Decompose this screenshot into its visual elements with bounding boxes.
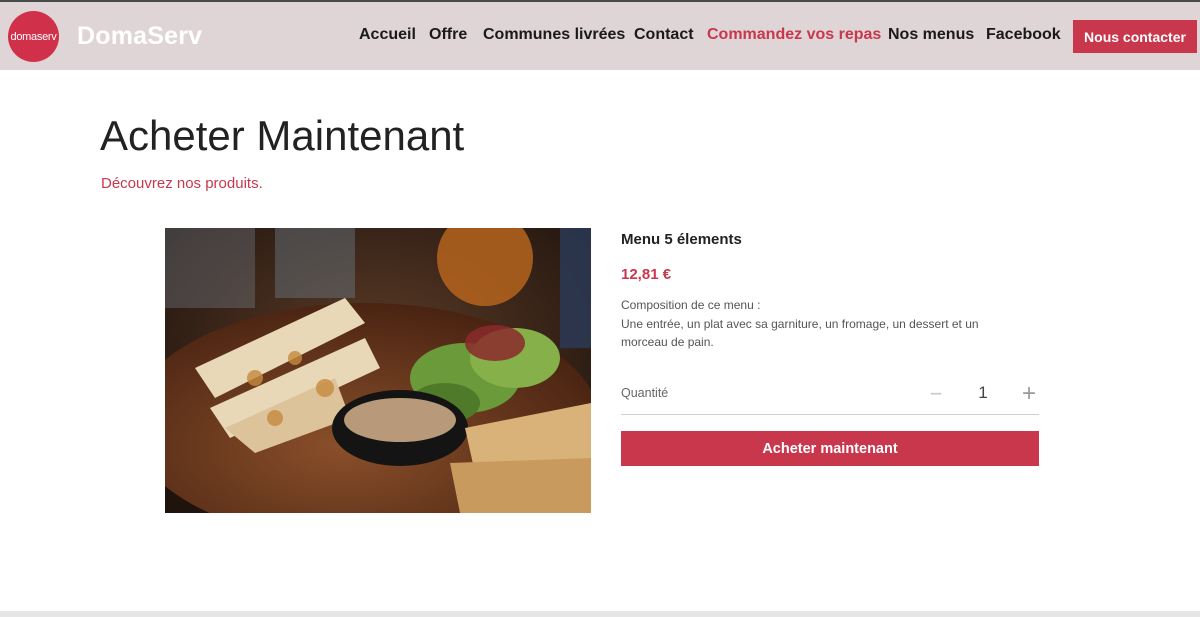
nav-offre[interactable]: Offre: [429, 26, 467, 44]
description-title: Composition de ce menu :: [621, 298, 761, 312]
food-plate-photo-icon: [165, 228, 591, 513]
quantity-value[interactable]: 1: [970, 383, 996, 403]
contact-us-button[interactable]: Nous contacter: [1073, 20, 1197, 53]
nav-accueil[interactable]: Accueil: [359, 26, 416, 44]
description-text: Une entrée, un plat avec sa garniture, u…: [621, 316, 979, 350]
product-image: [165, 228, 591, 513]
page-title: Acheter Maintenant: [100, 112, 465, 159]
nav-commandez-vos-repas[interactable]: Commandez vos repas: [707, 26, 881, 44]
minus-icon[interactable]: −: [925, 380, 947, 408]
quantity-label: Quantité: [621, 386, 669, 400]
nav-communes-livrees[interactable]: Communes livrées: [483, 26, 625, 44]
product-price: 12,81 €: [621, 266, 672, 283]
footer-edge: [0, 611, 1200, 617]
main-nav: Accueil Offre Communes livrées Contact C…: [0, 26, 1200, 48]
nav-facebook[interactable]: Facebook: [986, 26, 1061, 44]
nav-contact[interactable]: Contact: [634, 26, 694, 44]
nav-nos-menus[interactable]: Nos menus: [888, 26, 974, 44]
product-name: Menu 5 élements: [621, 231, 742, 248]
quantity-divider: [621, 414, 1039, 415]
product-description: Composition de ce menu : Une entrée, un …: [621, 296, 1021, 352]
site-header: domaserv DomaServ Accueil Offre Communes…: [0, 2, 1200, 70]
buy-now-button[interactable]: Acheter maintenant: [621, 431, 1039, 466]
page-subtitle: Découvrez nos produits.: [101, 175, 263, 192]
plus-icon[interactable]: +: [1018, 380, 1040, 408]
